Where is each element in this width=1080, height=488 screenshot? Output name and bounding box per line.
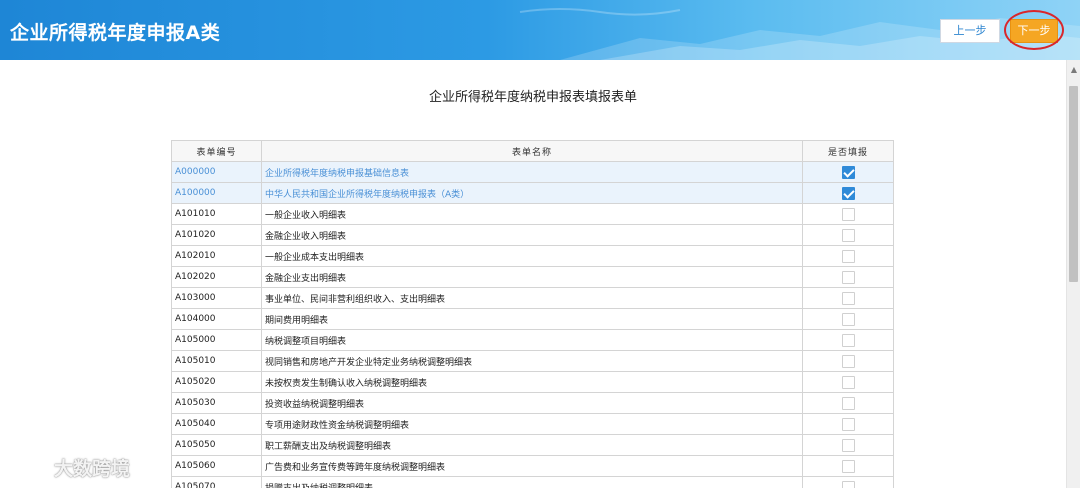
- table-row[interactable]: A101010 一般企业收入明细表: [171, 203, 894, 225]
- form-code-cell: A101020: [171, 224, 262, 246]
- fill-checkbox-cell: [802, 329, 894, 351]
- fill-checkbox[interactable]: [841, 459, 855, 473]
- scroll-up-arrow-icon[interactable]: ▲: [1067, 64, 1080, 76]
- fill-checkbox-cell: [802, 266, 894, 288]
- fill-checkbox[interactable]: [841, 207, 855, 221]
- form-name-cell[interactable]: 金融企业收入明细表: [261, 224, 803, 246]
- form-code-cell: A105020: [171, 371, 262, 393]
- fill-checkbox-cell: [802, 392, 894, 414]
- fill-checkbox[interactable]: [841, 228, 855, 242]
- form-code-cell: A102010: [171, 245, 262, 267]
- table-row[interactable]: A105000 纳税调整项目明细表: [171, 329, 894, 351]
- form-code-cell: A103000: [171, 287, 262, 309]
- fill-checkbox[interactable]: [841, 186, 855, 200]
- form-name-cell[interactable]: 广告费和业务宣传费等跨年度纳税调整明细表: [261, 455, 803, 477]
- form-code-cell: A105030: [171, 392, 262, 414]
- table-row[interactable]: A101020 金融企业收入明细表: [171, 224, 894, 246]
- fill-checkbox-cell: [802, 413, 894, 435]
- form-code-cell: A105010: [171, 350, 262, 372]
- watermark: 大数跨境: [8, 454, 130, 480]
- form-name-cell[interactable]: 职工薪酬支出及纳税调整明细表: [261, 434, 803, 456]
- form-code-cell: A102020: [171, 266, 262, 288]
- form-name-cell[interactable]: 中华人民共和国企业所得税年度纳税申报表（A类）: [261, 182, 803, 204]
- form-code-cell: A105070: [171, 476, 262, 488]
- form-name-cell[interactable]: 期间费用明细表: [261, 308, 803, 330]
- fill-checkbox-cell: [802, 245, 894, 267]
- column-header-filled: 是否填报: [802, 140, 894, 162]
- fill-checkbox[interactable]: [841, 480, 855, 488]
- fill-checkbox[interactable]: [841, 249, 855, 263]
- fill-checkbox[interactable]: [841, 165, 855, 179]
- fill-checkbox-cell: [802, 224, 894, 246]
- scroll-thumb[interactable]: [1069, 86, 1078, 282]
- column-header-code: 表单编号: [171, 140, 262, 162]
- fill-checkbox-cell: [802, 161, 894, 183]
- fill-checkbox-cell: [802, 350, 894, 372]
- app-header: 企业所得税年度申报A类 上一步 下一步: [0, 0, 1080, 60]
- form-name-cell[interactable]: 捐赠支出及纳税调整明细表: [261, 476, 803, 488]
- form-code-cell: A105000: [171, 329, 262, 351]
- table-row[interactable]: A104000 期间费用明细表: [171, 308, 894, 330]
- form-code-cell: A105040: [171, 413, 262, 435]
- vertical-scrollbar[interactable]: ▲: [1066, 60, 1080, 488]
- form-name-cell[interactable]: 金融企业支出明细表: [261, 266, 803, 288]
- fill-checkbox[interactable]: [841, 312, 855, 326]
- fill-checkbox-cell: [802, 287, 894, 309]
- form-name-cell[interactable]: 未按权责发生制确认收入纳税调整明细表: [261, 371, 803, 393]
- form-code-cell: A105050: [171, 434, 262, 456]
- table-row[interactable]: A105020 未按权责发生制确认收入纳税调整明细表: [171, 371, 894, 393]
- table-row[interactable]: A103000 事业单位、民间非营利组织收入、支出明细表: [171, 287, 894, 309]
- fill-checkbox[interactable]: [841, 396, 855, 410]
- form-name-cell[interactable]: 投资收益纳税调整明细表: [261, 392, 803, 414]
- table-row[interactable]: A105060 广告费和业务宣传费等跨年度纳税调整明细表: [171, 455, 894, 477]
- fill-checkbox[interactable]: [841, 417, 855, 431]
- form-name-cell[interactable]: 视同销售和房地产开发企业特定业务纳税调整明细表: [261, 350, 803, 372]
- form-code-cell: A105060: [171, 455, 262, 477]
- watermark-logo-icon: [10, 456, 46, 475]
- table-row[interactable]: A105040 专项用途财政性资金纳税调整明细表: [171, 413, 894, 435]
- fill-checkbox[interactable]: [841, 333, 855, 347]
- form-name-cell[interactable]: 一般企业收入明细表: [261, 203, 803, 225]
- table-row[interactable]: A102010 一般企业成本支出明细表: [171, 245, 894, 267]
- table-row[interactable]: A105070捐赠支出及纳税调整明细表: [171, 476, 894, 488]
- table-row[interactable]: A105010 视同销售和房地产开发企业特定业务纳税调整明细表: [171, 350, 894, 372]
- form-name-cell[interactable]: 事业单位、民间非营利组织收入、支出明细表: [261, 287, 803, 309]
- table-row[interactable]: A000000 企业所得税年度纳税申报基础信息表: [171, 161, 894, 183]
- form-code-cell: A101010: [171, 203, 262, 225]
- fill-checkbox[interactable]: [841, 375, 855, 389]
- form-name-cell[interactable]: 一般企业成本支出明细表: [261, 245, 803, 267]
- fill-checkbox[interactable]: [841, 354, 855, 368]
- fill-checkbox-cell: [802, 476, 894, 488]
- fill-checkbox-cell: [802, 371, 894, 393]
- table-header-row: 表单编号 表单名称 是否填报: [171, 140, 894, 162]
- form-name-cell[interactable]: 企业所得税年度纳税申报基础信息表: [261, 161, 803, 183]
- fill-checkbox-cell: [802, 308, 894, 330]
- fill-checkbox-cell: [802, 455, 894, 477]
- previous-step-button[interactable]: 上一步: [940, 19, 1000, 43]
- form-selection-table: 表单编号 表单名称 是否填报 A000000 企业所得税年度纳税申报基础信息表 A1…: [171, 140, 894, 488]
- form-code-cell: A100000: [171, 182, 262, 204]
- page-title: 企业所得税年度纳税申报表填报表单: [428, 90, 637, 105]
- fill-checkbox[interactable]: [841, 438, 855, 452]
- table-row[interactable]: A100000 中华人民共和国企业所得税年度纳税申报表（A类）: [171, 182, 894, 204]
- form-name-cell[interactable]: 纳税调整项目明细表: [261, 329, 803, 351]
- table-row[interactable]: A105050 职工薪酬支出及纳税调整明细表: [171, 434, 894, 456]
- table-row[interactable]: A105030 投资收益纳税调整明细表: [171, 392, 894, 414]
- watermark-text: 大数跨境: [54, 457, 131, 480]
- fill-checkbox-cell: [802, 182, 894, 204]
- app-title: 企业所得税年度申报A类: [10, 22, 221, 44]
- form-code-cell: A104000: [171, 308, 262, 330]
- fill-checkbox-cell: [802, 203, 894, 225]
- table-row[interactable]: A102020 金融企业支出明细表: [171, 266, 894, 288]
- fill-checkbox-cell: [802, 434, 894, 456]
- form-code-cell: A000000: [171, 161, 262, 183]
- next-step-button[interactable]: 下一步: [1010, 19, 1058, 43]
- fill-checkbox[interactable]: [841, 291, 855, 305]
- fill-checkbox[interactable]: [841, 270, 855, 284]
- column-header-name: 表单名称: [261, 140, 803, 162]
- form-name-cell[interactable]: 专项用途财政性资金纳税调整明细表: [261, 413, 803, 435]
